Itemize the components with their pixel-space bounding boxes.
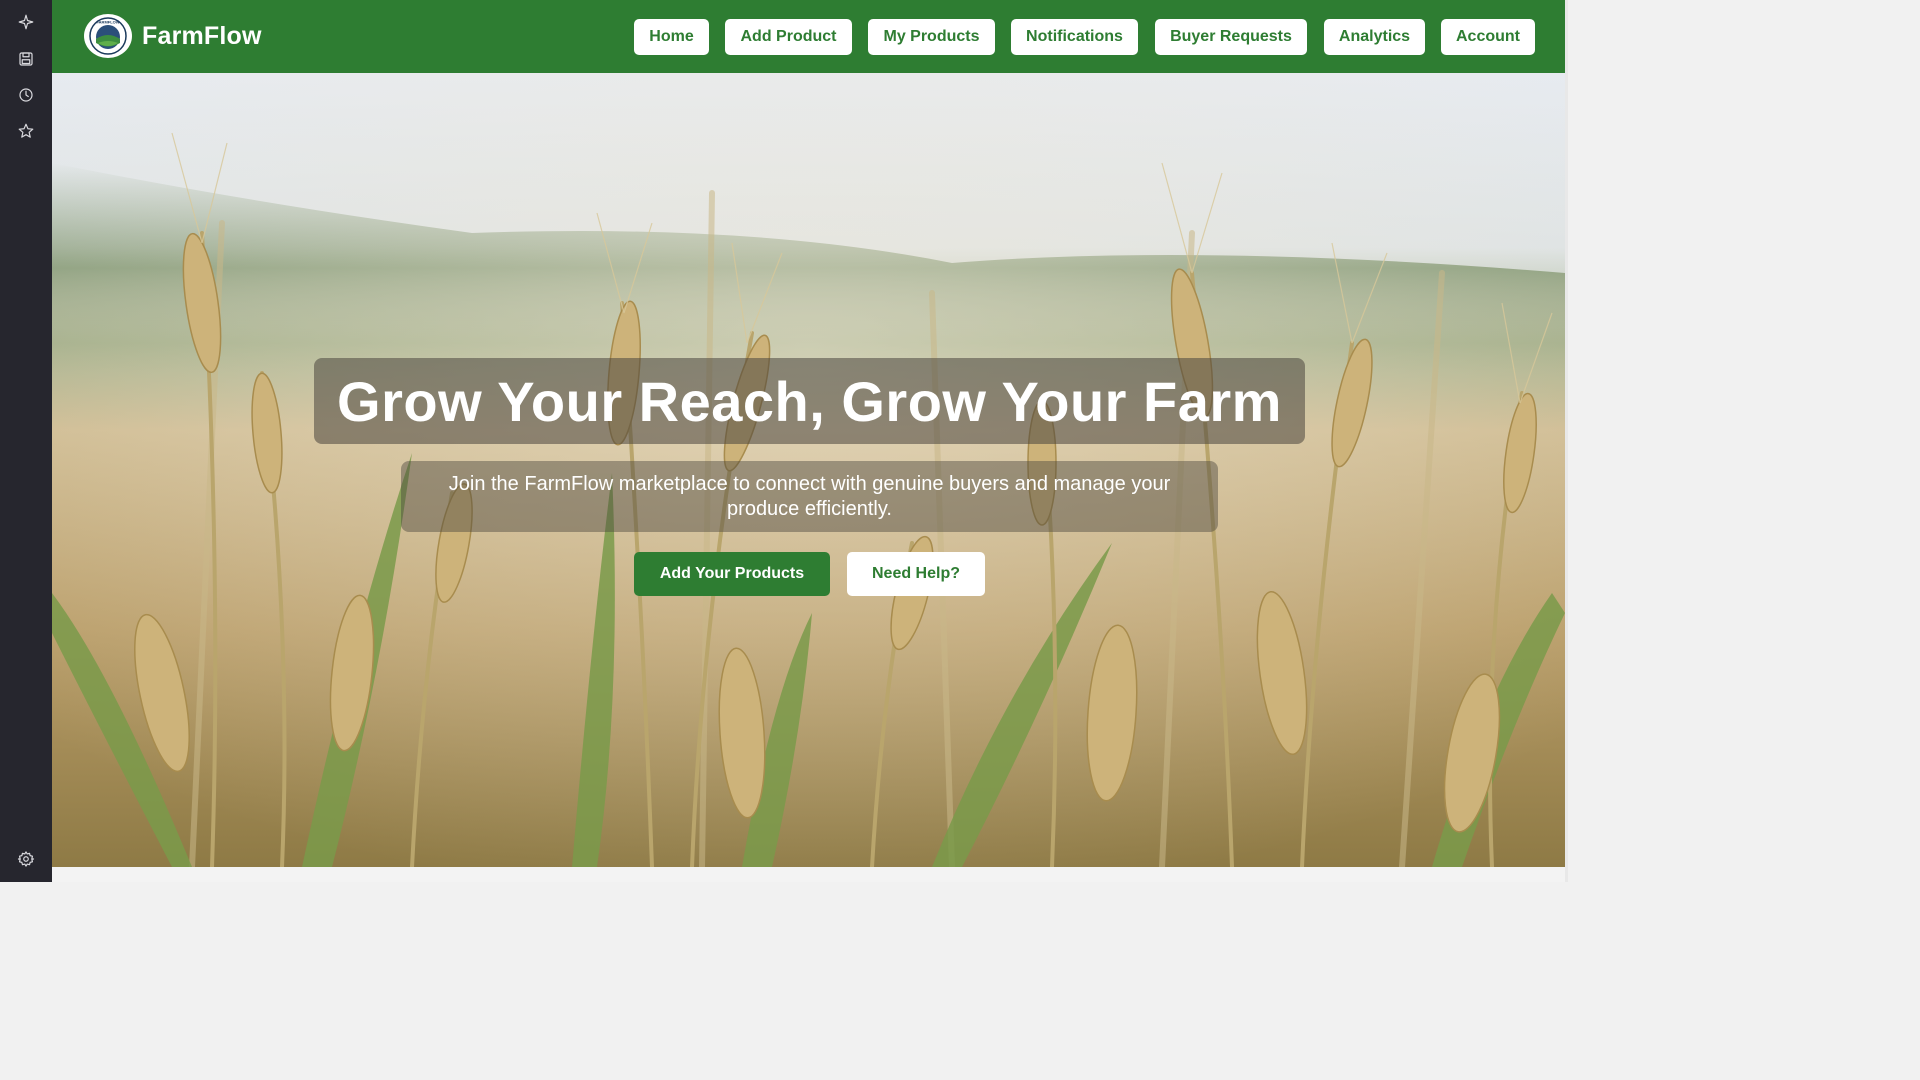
- nav-my-products-button[interactable]: My Products: [868, 19, 995, 55]
- save-icon[interactable]: [14, 47, 38, 71]
- settings-icon[interactable]: [14, 847, 38, 871]
- svg-text:FARMFLOW: FARMFLOW: [96, 20, 119, 25]
- nav-account-button[interactable]: Account: [1441, 19, 1535, 55]
- add-your-products-button[interactable]: Add Your Products: [634, 552, 830, 596]
- nav-analytics-button[interactable]: Analytics: [1324, 19, 1425, 55]
- top-navbar: FARMFLOW FarmFlow Home Add Product My Pr…: [52, 0, 1565, 73]
- hero-subtitle: Join the FarmFlow marketplace to connect…: [401, 461, 1218, 532]
- nav-buyer-requests-button[interactable]: Buyer Requests: [1155, 19, 1307, 55]
- hero-section: Grow Your Reach, Grow Your Farm Join the…: [52, 73, 1565, 867]
- history-icon[interactable]: [14, 83, 38, 107]
- farmflow-logo[interactable]: FARMFLOW: [84, 14, 132, 58]
- hero-title: Grow Your Reach, Grow Your Farm: [314, 358, 1305, 444]
- nav-home-button[interactable]: Home: [634, 19, 709, 55]
- nav-add-product-button[interactable]: Add Product: [725, 19, 852, 55]
- page-scrollbar[interactable]: [1565, 0, 1568, 882]
- need-help-button[interactable]: Need Help?: [847, 552, 985, 596]
- star-icon[interactable]: [14, 119, 38, 143]
- brand-name[interactable]: FarmFlow: [142, 22, 262, 51]
- page-bottom-strip: [52, 867, 1565, 882]
- nav-notifications-button[interactable]: Notifications: [1011, 19, 1138, 55]
- logo-emblem-icon: FARMFLOW: [89, 17, 127, 55]
- sparkle-icon[interactable]: [14, 10, 38, 34]
- left-sidebar-rail: [0, 0, 52, 882]
